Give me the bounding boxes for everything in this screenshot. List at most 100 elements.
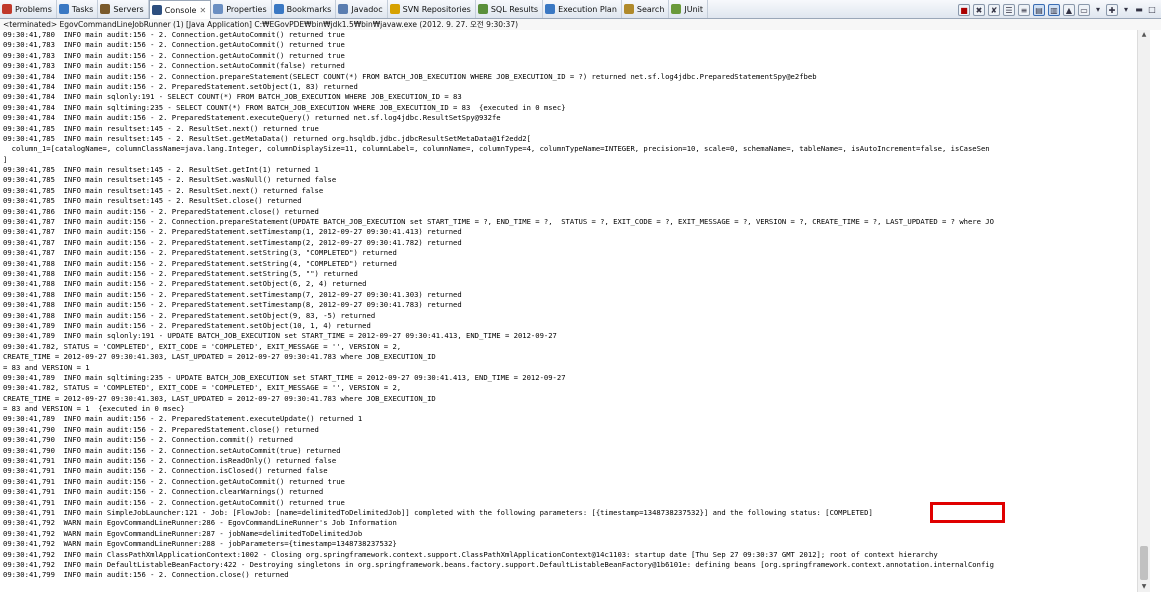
tab-execution-plan[interactable]: Execution Plan (543, 0, 622, 18)
tab-label: Problems (15, 4, 52, 14)
console-line: 09:30:41.782, STATUS = 'COMPLETED', EXIT… (3, 383, 402, 393)
tab-sql-results[interactable]: SQL Results (476, 0, 544, 18)
console-line: 09:30:41,792 WARN main EgovCommandLineRu… (3, 528, 363, 538)
console-line: 09:30:41,783 INFO main audit:156 - 2. Co… (3, 40, 345, 50)
tab-label: Bookmarks (286, 4, 332, 14)
close-tab-icon[interactable]: ✕ (199, 6, 206, 15)
console-line: 09:30:41,785 INFO main resultset:145 - 2… (3, 175, 337, 185)
tab-tasks[interactable]: Tasks (57, 0, 99, 18)
tab-properties[interactable]: Properties (211, 0, 272, 18)
console-line: 09:30:41,790 INFO main audit:156 - 2. Co… (3, 435, 293, 445)
tab-label: SQL Results (490, 4, 539, 14)
console-line: 09:30:41,788 INFO main audit:156 - 2. Pr… (3, 268, 358, 278)
vertical-scrollbar[interactable]: ▲ ▼ (1137, 30, 1150, 592)
console-line: 09:30:41.782, STATUS = 'COMPLETED', EXIT… (3, 341, 402, 351)
console-line: 09:30:41,783 INFO main audit:156 - 2. Co… (3, 50, 345, 60)
console-line: 09:30:41,792 INFO main DefaultListableBe… (3, 559, 994, 569)
console-line: 09:30:41,785 INFO main resultset:145 - 2… (3, 165, 319, 175)
tab-problems[interactable]: Problems (0, 0, 57, 18)
search-icon (623, 4, 634, 14)
remove-launch-icon[interactable]: ✖ (973, 3, 985, 16)
console-line: 09:30:41,785 INFO main resultset:145 - 2… (3, 196, 302, 206)
completed-status-highlight-box (930, 502, 1005, 523)
scroll-down-arrow-icon[interactable]: ▼ (1138, 582, 1150, 592)
display-selected-console-icon[interactable]: ▭ (1078, 3, 1090, 16)
remove-all-terminated-icon[interactable]: ✘ (988, 3, 1000, 16)
console-line: = 83 and VERSION = 1 (3, 362, 90, 372)
console-status-label: <terminated> EgovCommandLineJobRunner (1… (0, 19, 1161, 30)
console-icon (151, 5, 162, 15)
show-on-stdout-icon[interactable]: ▤ (1033, 3, 1045, 16)
console-line: 09:30:41,784 INFO main audit:156 - 2. Co… (3, 71, 817, 81)
pin-console-icon[interactable]: ▲ (1063, 3, 1075, 16)
scroll-lock-icon[interactable]: ≡ (1018, 3, 1030, 16)
console-line: 09:30:41,792 INFO main ClassPathXmlAppli… (3, 549, 938, 559)
console-line: 09:30:41,787 INFO main audit:156 - 2. Pr… (3, 237, 462, 247)
console-line: 09:30:41,789 INFO main sqlonly:191 - UPD… (3, 331, 557, 341)
console-line: 09:30:41,787 INFO main audit:156 - 2. Pr… (3, 248, 397, 258)
console-line: 09:30:41,792 WARN main EgovCommandLineRu… (3, 539, 397, 549)
console-line: 09:30:41,788 INFO main audit:156 - 2. Pr… (3, 300, 462, 310)
tasks-icon (58, 4, 69, 14)
maximize-icon[interactable]: □ (1147, 4, 1157, 16)
tab-servers[interactable]: Servers (98, 0, 149, 18)
tab-svn-repositories[interactable]: SVN Repositories (388, 0, 476, 18)
open-console-icon[interactable]: ✚ (1106, 3, 1118, 16)
tab-label: Javadoc (351, 4, 383, 14)
bookmarks-icon (273, 4, 284, 14)
tab-junit[interactable]: JUnit (669, 0, 709, 18)
sql-results-icon (477, 4, 488, 14)
console-line: 09:30:41,787 INFO main audit:156 - 2. Pr… (3, 227, 462, 237)
terminate-icon[interactable]: ■ (958, 3, 970, 16)
tab-label: JUnit (684, 4, 704, 14)
console-line: 09:30:41,785 INFO main resultset:145 - 2… (3, 123, 319, 133)
console-line: 09:30:41,785 INFO main resultset:145 - 2… (3, 185, 324, 195)
properties-icon (213, 4, 224, 14)
tab-label: Servers (113, 4, 144, 14)
console-line: CREATE_TIME = 2012-09-27 09:30:41.303, L… (3, 393, 436, 403)
console-line: 09:30:41,791 INFO main audit:156 - 2. Co… (3, 466, 328, 476)
console-line: 09:30:41,784 INFO main audit:156 - 2. Pr… (3, 113, 501, 123)
tab-javadoc[interactable]: Javadoc (336, 0, 388, 18)
console-line: 09:30:41,780 INFO main audit:156 - 2. Co… (3, 30, 345, 39)
console-line: ] (3, 154, 8, 164)
console-line: 09:30:41,787 INFO main audit:156 - 2. Co… (3, 217, 994, 227)
tab-label: Tasks (71, 4, 94, 14)
tab-label: Properties (226, 4, 267, 14)
show-on-stderr-icon[interactable]: ▥ (1048, 3, 1060, 16)
console-line: 09:30:41,799 INFO main audit:156 - 2. Co… (3, 570, 289, 580)
console-toolbar: ■ ✖ ✘ ☰ ≡ ▤ ▥ ▲ ▭ ▾ ✚ ▾ ▬ □ (958, 1, 1157, 18)
console-line: 09:30:41,788 INFO main audit:156 - 2. Pr… (3, 279, 367, 289)
console-line: 09:30:41,791 INFO main audit:156 - 2. Co… (3, 476, 345, 486)
tab-label: Execution Plan (558, 4, 617, 14)
clear-console-icon[interactable]: ☰ (1003, 3, 1015, 16)
dropdown-arrow-icon[interactable]: ▾ (1121, 4, 1131, 16)
javadoc-icon (338, 4, 349, 14)
console-line: 09:30:41,788 INFO main audit:156 - 2. Pr… (3, 310, 376, 320)
console-line: 09:30:41,788 INFO main audit:156 - 2. Pr… (3, 258, 397, 268)
console-line: 09:30:41,783 INFO main audit:156 - 2. Co… (3, 61, 345, 71)
svn-icon (389, 4, 400, 14)
console-line: 09:30:41,784 INFO main audit:156 - 2. Pr… (3, 81, 358, 91)
minimize-icon[interactable]: ▬ (1134, 4, 1144, 16)
tab-search[interactable]: Search (622, 0, 670, 18)
dropdown-arrow-icon[interactable]: ▾ (1093, 4, 1103, 16)
console-line: 09:30:41,790 INFO main audit:156 - 2. Pr… (3, 424, 319, 434)
servers-icon (100, 4, 111, 14)
tab-label: Search (636, 4, 665, 14)
console-line: CREATE_TIME = 2012-09-27 09:30:41.303, L… (3, 352, 436, 362)
tab-label: Console (164, 5, 197, 15)
console-line: 09:30:41,788 INFO main audit:156 - 2. Pr… (3, 289, 462, 299)
console-line: 09:30:41,784 INFO main sqlonly:191 - SEL… (3, 92, 462, 102)
console-line: 09:30:41,785 INFO main resultset:145 - 2… (3, 133, 531, 143)
scrollbar-thumb[interactable] (1140, 546, 1148, 580)
scroll-up-arrow-icon[interactable]: ▲ (1138, 30, 1150, 40)
junit-icon (671, 4, 682, 14)
console-line: 09:30:41,786 INFO main audit:156 - 2. Pr… (3, 206, 319, 216)
execution-plan-icon (545, 4, 556, 14)
console-line: 09:30:41,789 INFO main audit:156 - 2. Pr… (3, 320, 371, 330)
tab-console[interactable]: Console ✕ (148, 0, 212, 20)
tab-bookmarks[interactable]: Bookmarks (272, 0, 337, 18)
console-line: 09:30:41,790 INFO main audit:156 - 2. Co… (3, 445, 341, 455)
console-line: 09:30:41,789 INFO main audit:156 - 2. Pr… (3, 414, 363, 424)
